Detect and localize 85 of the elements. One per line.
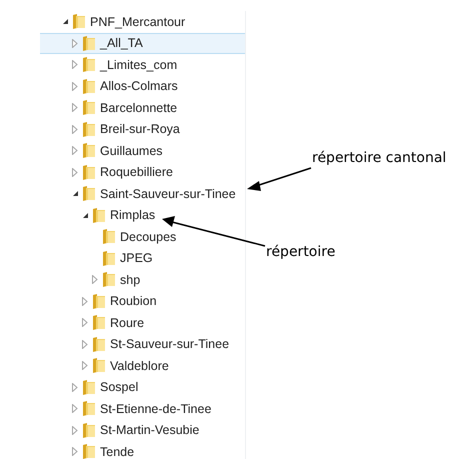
tree-row[interactable]: Saint-Sauveur-sur-Tinee <box>40 183 245 204</box>
tree-row[interactable]: PNF_Mercantour <box>40 11 245 32</box>
tree-row[interactable]: Allos-Colmars <box>40 76 245 97</box>
tree-row[interactable]: St-Sauveur-sur-Tinee <box>40 334 245 355</box>
expanded-arrow-icon[interactable] <box>82 212 89 219</box>
tree-row[interactable]: shp <box>40 269 245 290</box>
folder-label[interactable]: Guillaumes <box>100 144 163 158</box>
tree-row[interactable]: _All_TA <box>40 32 245 54</box>
folder-label[interactable]: _Limites_com <box>100 58 178 72</box>
folder-icon <box>82 164 96 181</box>
folder-label[interactable]: St-Martin-Vesubie <box>100 423 200 438</box>
annotation-text: répertoire cantonal <box>312 150 446 166</box>
folder-label[interactable]: Valdeblore <box>110 358 169 373</box>
collapsed-arrow-icon[interactable] <box>82 318 88 328</box>
tree-row[interactable]: St-Martin-Vesubie <box>40 420 245 441</box>
collapsed-arrow-icon[interactable] <box>72 38 78 48</box>
collapsed-arrow-icon[interactable] <box>72 60 78 70</box>
folder-label[interactable]: Sospel <box>100 380 138 394</box>
folder-icon <box>82 378 96 396</box>
tree-row[interactable]: Guillaumes <box>40 140 245 162</box>
folder-label[interactable]: Roubion <box>110 294 157 308</box>
collapsed-arrow-icon[interactable] <box>72 426 78 435</box>
folder-label[interactable]: PNF_Mercantour <box>90 14 186 29</box>
folder-icon <box>82 142 96 160</box>
tree-row[interactable]: Roubion <box>40 290 245 312</box>
tree-row[interactable]: Roquebilliere <box>40 162 245 183</box>
pointer-arrow <box>247 167 312 191</box>
tree-row[interactable]: Decoupes <box>40 226 245 248</box>
folder-icon <box>82 78 96 95</box>
folder-label[interactable]: JPEG <box>120 251 153 266</box>
collapsed-arrow-icon[interactable] <box>72 382 78 392</box>
collapsed-arrow-icon[interactable] <box>72 404 78 414</box>
folder-label[interactable]: Tende <box>100 444 134 459</box>
tree-row[interactable]: Tende <box>40 441 245 459</box>
folder-label[interactable]: Roquebilliere <box>100 165 173 180</box>
folder-icon <box>72 13 86 30</box>
folder-icon <box>102 271 116 288</box>
collapsed-arrow-icon[interactable] <box>82 296 88 306</box>
collapsed-arrow-icon[interactable] <box>72 124 78 134</box>
folder-icon <box>82 34 96 52</box>
folder-label[interactable]: Barcelonnette <box>100 100 178 115</box>
folder-icon <box>82 443 96 459</box>
collapsed-arrow-icon[interactable] <box>82 361 88 370</box>
collapsed-arrow-icon[interactable] <box>72 103 78 112</box>
folder-icon <box>82 120 96 138</box>
folder-label[interactable]: St-Sauveur-sur-Tinee <box>110 337 230 352</box>
folder-icon <box>92 336 106 353</box>
folder-icon <box>92 292 106 310</box>
expanded-arrow-icon[interactable] <box>72 190 79 198</box>
folder-icon <box>82 56 96 74</box>
tree-row[interactable]: Valdeblore <box>40 355 245 376</box>
collapsed-arrow-icon[interactable] <box>72 82 78 91</box>
folder-label[interactable]: Saint-Sauveur-sur-Tinee <box>100 186 236 201</box>
collapsed-arrow-icon[interactable] <box>72 447 78 456</box>
folder-label[interactable]: Decoupes <box>120 230 176 244</box>
folder-icon <box>92 206 106 224</box>
tree-row[interactable]: Barcelonnette <box>40 97 245 118</box>
folder-label[interactable]: Rimplas <box>110 208 156 222</box>
folder-icon <box>102 228 116 246</box>
tree-row[interactable]: _Limites_com <box>40 54 245 76</box>
collapsed-arrow-icon[interactable] <box>72 146 78 156</box>
folder-label[interactable]: Allos-Colmars <box>100 79 178 94</box>
collapsed-arrow-icon[interactable] <box>92 275 98 284</box>
folder-icon <box>82 185 96 202</box>
collapsed-arrow-icon[interactable] <box>72 168 78 177</box>
folder-icon <box>82 99 96 116</box>
folder-label[interactable]: Breil-sur-Roya <box>100 122 180 136</box>
folder-icon <box>82 422 96 439</box>
tree-row[interactable]: Breil-sur-Roya <box>40 118 245 140</box>
folder-icon <box>102 250 116 267</box>
folder-icon <box>82 400 96 418</box>
folder-label[interactable]: shp <box>120 272 140 287</box>
folder-icon <box>92 357 106 374</box>
tree-row[interactable]: Sospel <box>40 376 245 398</box>
folder-icon <box>92 314 106 332</box>
tree-row[interactable]: Roure <box>40 312 245 334</box>
collapsed-arrow-icon[interactable] <box>82 340 88 349</box>
tree-row[interactable]: St-Etienne-de-Tinee <box>40 398 245 420</box>
tree-row[interactable]: Rimplas <box>40 204 245 226</box>
folder-label[interactable]: St-Etienne-de-Tinee <box>100 402 212 416</box>
folder-label[interactable]: _All_TA <box>100 36 143 50</box>
tree-row[interactable]: JPEG <box>40 248 245 269</box>
annotation-text: répertoire <box>266 244 336 260</box>
folder-label[interactable]: Roure <box>110 316 144 330</box>
expanded-arrow-icon[interactable] <box>62 18 69 26</box>
